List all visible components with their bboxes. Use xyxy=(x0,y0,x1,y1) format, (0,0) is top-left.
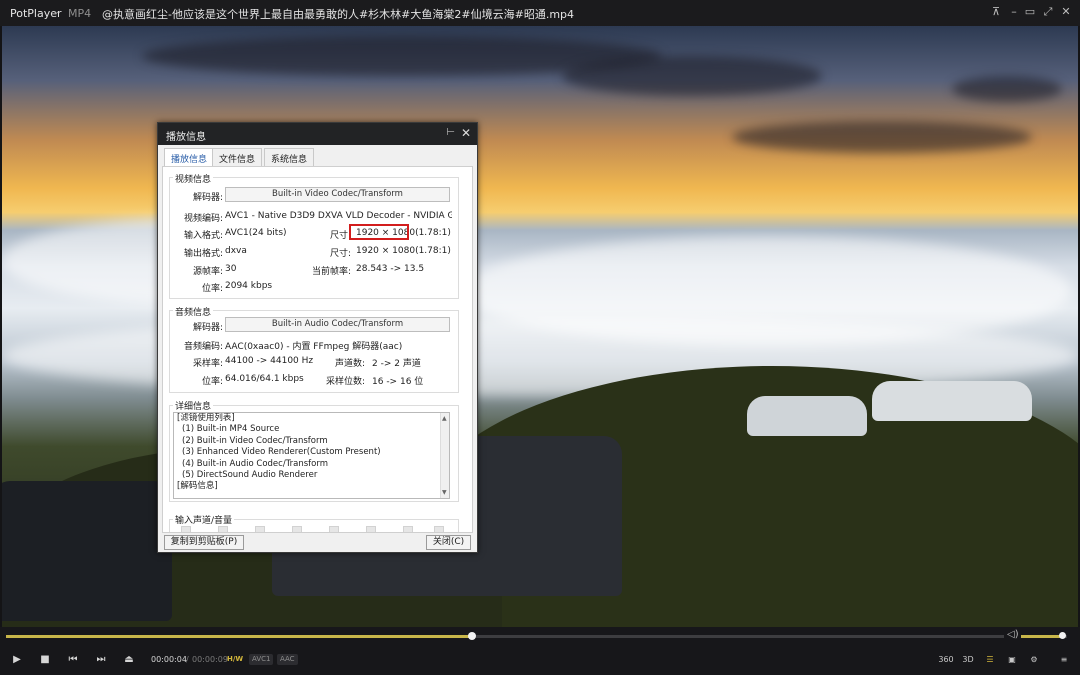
list-item: (2) Built-in Video Codec/Transform xyxy=(182,435,328,446)
list-scrollbar[interactable]: ▲ ▼ xyxy=(440,413,449,498)
audio-decoder-label: 解码器: xyxy=(192,323,223,333)
minimize-icon[interactable]: – xyxy=(1006,4,1022,20)
video-codec-label: 视频编码: xyxy=(183,214,223,224)
vr-360-icon[interactable]: 360 xyxy=(938,653,954,667)
window-title: @执意画红尘-他应该是这个世界上最自由最勇敢的人#杉木林#大鱼海棠2#仙境云海#… xyxy=(102,8,575,21)
filter-list[interactable]: [滤镜使用列表] (1) Built-in MP4 Source (2) Bui… xyxy=(173,412,450,499)
volume-slider[interactable] xyxy=(1021,632,1067,639)
format-badge: MP4 xyxy=(68,7,92,20)
audio-section-title: 音频信息 xyxy=(173,305,214,318)
eject-icon[interactable]: ⏏ xyxy=(122,653,136,667)
channels-value: 2 -> 2 声道 xyxy=(372,359,421,369)
seek-handle[interactable] xyxy=(468,632,477,640)
output-format-value: dxva xyxy=(225,246,247,256)
audio-codec-badge[interactable]: AAC xyxy=(277,654,298,665)
total-time: 00:00:09 xyxy=(192,655,228,664)
potplayer-window: PotPlayer ⌄ MP4 @执意画红尘-他应该是这个世界上最自由最勇敢的人… xyxy=(0,0,1080,675)
channels-label: 声道数: xyxy=(334,359,365,369)
sample-rate-value: 44100 -> 44100 Hz xyxy=(225,356,314,366)
tab-playback-info[interactable]: 播放信息 xyxy=(164,148,215,166)
audio-bitrate-value: 64.016/64.1 kbps xyxy=(225,374,304,384)
channel-meter xyxy=(218,526,228,532)
video-decoder-button[interactable]: Built-in Video Codec/Transform xyxy=(225,187,450,202)
input-size-label: 尺寸: xyxy=(329,231,351,241)
play-icon[interactable]: ▶ xyxy=(10,653,24,667)
hw-badge[interactable]: H/W xyxy=(224,654,246,665)
previous-icon[interactable]: ⏮ xyxy=(66,653,80,667)
close-button[interactable]: 关闭(C) xyxy=(426,535,471,550)
fullscreen-icon[interactable]: ⤢ xyxy=(1040,4,1056,20)
chevron-down-icon[interactable]: ⌄ xyxy=(52,6,60,17)
output-format-label: 输出格式: xyxy=(183,249,223,259)
settings-icon[interactable]: ⚙ xyxy=(1026,653,1042,667)
volume-icon[interactable]: ◁) xyxy=(1007,629,1019,640)
audio-bitrate-label: 位率: xyxy=(201,377,223,387)
close-icon[interactable]: ✕ xyxy=(1058,4,1074,20)
next-icon[interactable]: ⏭ xyxy=(94,653,108,667)
stop-icon[interactable]: ■ xyxy=(38,653,52,667)
screen-icon[interactable]: ▣ xyxy=(1004,653,1020,667)
scroll-up-icon[interactable]: ▲ xyxy=(442,415,447,422)
copy-to-clipboard-button[interactable]: 复制到剪贴板(P) xyxy=(164,535,244,550)
input-format-value: AVC1(24 bits) xyxy=(225,228,287,238)
detail-section-title: 详细信息 xyxy=(173,399,214,412)
source-fps-label: 源帧率: xyxy=(192,267,223,277)
video-section-title: 视频信息 xyxy=(173,172,214,185)
3d-icon[interactable]: 3D xyxy=(960,653,976,667)
menu-icon[interactable]: ≡ xyxy=(1056,653,1072,667)
size-highlight-box xyxy=(349,224,409,240)
channel-meter xyxy=(366,526,376,532)
list-item: [解码信息] xyxy=(177,481,218,492)
channel-meter xyxy=(434,526,444,532)
audio-decoder-button[interactable]: Built-in Audio Codec/Transform xyxy=(225,317,450,332)
audio-codec-value: AAC(0xaac0) - 内置 FFmpeg 解码器(aac) xyxy=(225,342,403,352)
sample-rate-label: 采样率: xyxy=(192,359,223,369)
playlist-search-icon[interactable]: ☰ xyxy=(982,653,998,667)
video-bitrate-label: 位率: xyxy=(201,284,223,294)
input-format-label: 输入格式: xyxy=(183,231,223,241)
output-size-value: 1920 × 1080(1.78:1) xyxy=(356,246,451,256)
channel-meter xyxy=(403,526,413,532)
close-icon[interactable]: ✕ xyxy=(461,126,471,140)
maximize-icon[interactable]: ▭ xyxy=(1022,4,1038,20)
channel-meter xyxy=(181,526,191,532)
list-item: (5) DirectSound Audio Renderer xyxy=(182,470,318,481)
volume-handle[interactable] xyxy=(1059,632,1067,639)
sample-bits-value: 16 -> 16 位 xyxy=(372,377,424,387)
tab-system-info[interactable]: 系统信息 xyxy=(264,148,315,166)
dialog-header[interactable]: 播放信息 ⊢ ✕ xyxy=(158,123,477,145)
current-time: 00:00:04 xyxy=(151,655,187,664)
info-panel: 视频信息 解码器: Built-in Video Codec/Transform… xyxy=(162,166,473,533)
sample-bits-label: 采样位数: xyxy=(325,377,365,387)
playback-info-dialog: 播放信息 ⊢ ✕ 播放信息 文件信息 系统信息 视频信息 解码器: Built-… xyxy=(157,122,478,553)
tab-file-info[interactable]: 文件信息 xyxy=(212,148,263,166)
list-item: [滤镜使用列表] xyxy=(177,413,235,423)
list-item: (1) Built-in MP4 Source xyxy=(182,424,280,435)
scroll-down-icon[interactable]: ▼ xyxy=(442,489,447,496)
title-bar: PotPlayer ⌄ MP4 @执意画红尘-他应该是这个世界上最自由最勇敢的人… xyxy=(0,0,1080,26)
input-channels-title: 输入声道/音量 xyxy=(173,513,235,526)
video-codec-badge[interactable]: AVC1 xyxy=(249,654,274,665)
channel-meter xyxy=(255,526,265,532)
dialog-title: 播放信息 xyxy=(166,132,206,143)
current-fps-value: 28.543 -> 13.5 xyxy=(356,264,425,274)
channel-meter xyxy=(329,526,339,532)
output-size-label: 尺寸: xyxy=(329,249,351,259)
volume-level xyxy=(1021,635,1063,638)
list-item: (3) Enhanced Video Renderer(Custom Prese… xyxy=(182,447,381,458)
pin-icon[interactable]: ⊼ xyxy=(988,4,1004,20)
current-fps-label: 当前帧率: xyxy=(311,267,351,277)
video-bitrate-value: 2094 kbps xyxy=(225,281,273,291)
audio-codec-label: 音频编码: xyxy=(183,342,223,352)
channel-meter xyxy=(292,526,302,532)
seek-bar[interactable] xyxy=(6,632,1004,640)
control-bar: ◁) ▶ ■ ⏮ ⏭ ⏏ 00:00:04 / 00:00:09 H/W AVC… xyxy=(0,627,1080,675)
time-separator: / xyxy=(186,655,189,664)
seek-progress xyxy=(6,635,473,638)
source-fps-value: 30 xyxy=(225,264,237,274)
pin-icon[interactable]: ⊢ xyxy=(446,127,455,138)
list-item: (4) Built-in Audio Codec/Transform xyxy=(182,458,328,469)
video-codec-value: AVC1 - Native D3D9 DXVA VLD Decoder - NV… xyxy=(225,211,452,221)
video-decoder-label: 解码器: xyxy=(192,193,223,203)
